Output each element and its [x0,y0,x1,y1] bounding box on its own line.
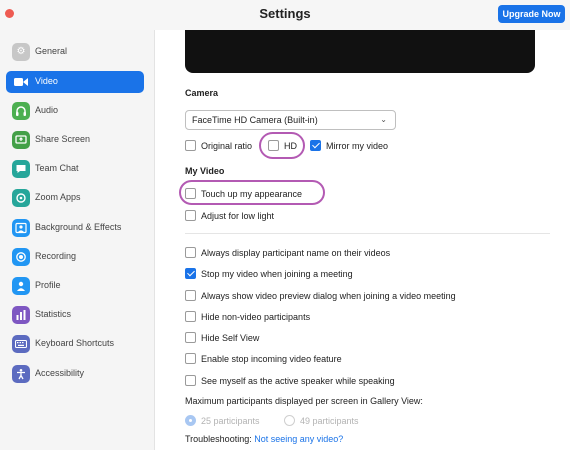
camera-select-value: FaceTime HD Camera (Built-in) [192,115,318,125]
display-participant-name-checkbox[interactable]: Always display participant name on their… [185,247,390,258]
window-title: Settings [259,6,311,21]
sidebar-item-label: Accessibility [35,368,85,378]
gallery-25-radio[interactable]: 25 participants [185,415,260,426]
sidebar-item-keyboard-shortcuts[interactable]: Keyboard Shortcuts [6,333,144,355]
sidebar-item-label: Keyboard Shortcuts [35,338,115,348]
camera-heading: Camera [185,88,219,98]
keyboard-icon [12,335,30,353]
mirror-video-checkbox[interactable]: Mirror my video [310,140,388,151]
active-speaker-label: See myself as the active speaker while s… [201,375,395,386]
hide-non-video-participants-label: Hide non-video participants [201,311,311,322]
adjust-low-light-checkbox[interactable]: Adjust for low light [185,210,274,221]
radio-unselected [284,415,295,426]
sidebar-item-zoom-apps[interactable]: Zoom Apps [6,187,144,209]
sidebar-item-background-effects[interactable]: Background & Effects [6,217,144,239]
checkbox-box-checked [310,140,321,151]
sidebar-item-accessibility[interactable]: Accessibility [6,363,144,385]
radio-selected [185,415,196,426]
gear-icon: ⚙ [12,43,30,61]
background-person-icon [12,219,30,237]
sidebar-item-label: Share Screen [35,134,91,144]
headphones-icon [12,102,30,120]
troubleshooting-label: Troubleshooting: [185,434,252,444]
not-seeing-video-link[interactable]: Not seeing any video? [254,434,343,444]
sidebar-item-general[interactable]: ⚙ General [6,41,144,63]
sidebar-item-label: Video [35,76,58,86]
checkbox-box [185,210,196,221]
gallery-49-radio[interactable]: 49 participants [284,415,359,426]
section-divider [185,233,550,234]
video-preview-dialog-checkbox[interactable]: Always show video preview dialog when jo… [185,290,456,301]
person-icon [12,277,30,295]
video-preview-dialog-label: Always show video preview dialog when jo… [201,290,456,301]
chevron-down-icon: ⌄ [380,115,387,124]
sidebar-item-label: Background & Effects [35,222,122,232]
chat-bubble-icon [12,160,30,178]
checkbox-box [185,140,196,151]
sidebar-item-audio[interactable]: Audio [6,100,144,122]
camera-select[interactable]: FaceTime HD Camera (Built-in) ⌄ [185,110,396,130]
checkbox-box-checked [185,268,196,279]
sidebar-item-label: Zoom Apps [35,192,81,202]
accessibility-icon [12,365,30,383]
title-bar: Settings Upgrade Now [0,0,570,30]
gallery-view-label: Maximum participants displayed per scree… [185,396,423,406]
sidebar-item-label: General [35,46,68,56]
sidebar-item-recording[interactable]: Recording [6,246,144,268]
sidebar-item-label: Audio [35,105,59,115]
checkbox-box [185,247,196,258]
sidebar: ⚙ General Video Audio Share Screen Team … [0,30,155,450]
video-camera-icon [12,73,30,91]
statistics-icon [12,306,30,324]
checkbox-box [185,311,196,322]
hide-self-view-label: Hide Self View [201,332,260,343]
sidebar-item-profile[interactable]: Profile [6,275,144,297]
mirror-video-label: Mirror my video [326,140,389,151]
troubleshooting: Troubleshooting: Not seeing any video? [185,434,343,444]
checkbox-box [185,290,196,301]
upgrade-now-button[interactable]: Upgrade Now [498,5,565,23]
active-speaker-checkbox[interactable]: See myself as the active speaker while s… [185,375,395,386]
share-screen-icon [12,131,30,149]
sidebar-item-label: Recording [35,251,77,261]
sidebar-item-video[interactable]: Video [6,71,144,93]
original-ratio-label: Original ratio [201,140,253,151]
sidebar-item-label: Profile [35,280,61,290]
hide-non-video-participants-checkbox[interactable]: Hide non-video participants [185,311,310,322]
video-preview [185,30,535,73]
apps-icon [12,189,30,207]
stop-video-joining-label: Stop my video when joining a meeting [201,268,353,279]
record-icon [12,248,30,266]
gallery-25-label: 25 participants [201,415,260,426]
display-participant-name-label: Always display participant name on their… [201,247,391,258]
sidebar-item-label: Team Chat [35,163,79,173]
checkbox-box [185,332,196,343]
gallery-49-label: 49 participants [300,415,359,426]
sidebar-item-team-chat[interactable]: Team Chat [6,158,144,180]
sidebar-item-statistics[interactable]: Statistics [6,304,144,326]
checkbox-box [185,353,196,364]
sidebar-item-label: Statistics [35,309,72,319]
hide-self-view-checkbox[interactable]: Hide Self View [185,332,259,343]
hd-highlight-annotation [259,132,305,159]
stop-incoming-video-label: Enable stop incoming video feature [201,353,342,364]
checkbox-box [185,375,196,386]
adjust-low-light-label: Adjust for low light [201,210,275,221]
original-ratio-checkbox[interactable]: Original ratio [185,140,252,151]
touch-up-highlight-annotation [179,180,325,205]
stop-video-joining-checkbox[interactable]: Stop my video when joining a meeting [185,268,353,279]
stop-incoming-video-checkbox[interactable]: Enable stop incoming video feature [185,353,342,364]
my-video-heading: My Video [185,166,225,176]
sidebar-item-share-screen[interactable]: Share Screen [6,129,144,151]
